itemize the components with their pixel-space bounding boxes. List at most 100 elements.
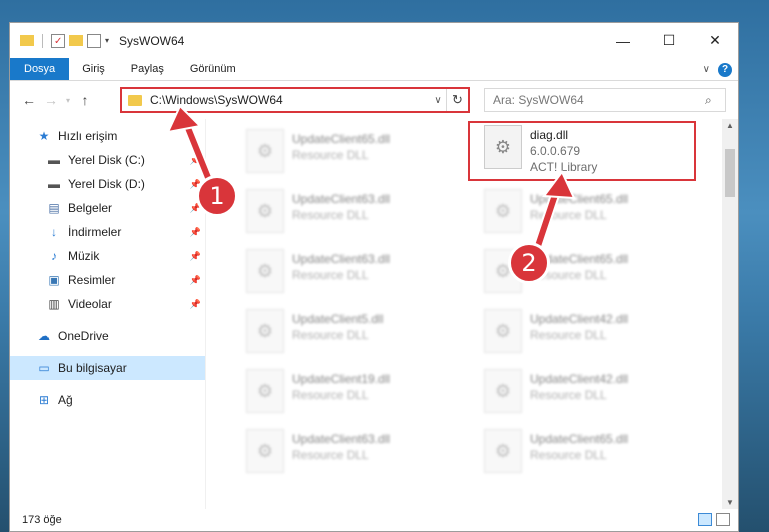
- file-description: Resource DLL: [530, 448, 607, 462]
- file-item[interactable]: ⚙ UpdateClient65.dll Resource DLL: [472, 183, 692, 239]
- file-item[interactable]: ⚙ UpdateClient63.dll Resource DLL: [234, 183, 454, 239]
- annotation-badge-1: 1: [196, 175, 238, 217]
- nav-item-label: OneDrive: [58, 329, 109, 343]
- file-name: UpdateClient63.dll: [292, 432, 391, 446]
- file-name: UpdateClient42.dll: [530, 372, 629, 386]
- recent-locations-icon[interactable]: ▾: [62, 96, 74, 105]
- pin-icon[interactable]: 📌: [190, 299, 201, 310]
- customize-toolbar-icon[interactable]: [87, 33, 101, 48]
- nav-item[interactable]: ♪ Müzik 📌: [10, 244, 205, 268]
- properties-icon[interactable]: ✓: [51, 33, 65, 48]
- folder-icon[interactable]: [20, 35, 34, 46]
- file-description: Resource DLL: [292, 388, 369, 402]
- nav-item[interactable]: ▥ Videolar 📌: [10, 292, 205, 316]
- back-button[interactable]: ←: [18, 92, 40, 108]
- nav-item[interactable]: ★ Hızlı erişim: [10, 124, 205, 148]
- file-description: Resource DLL: [292, 448, 369, 462]
- annotation-badge-2: 2: [508, 242, 550, 284]
- nav-item[interactable]: ☁ OneDrive: [10, 324, 205, 348]
- chevron-down-icon[interactable]: ∨: [430, 95, 446, 106]
- file-description: Resource DLL: [530, 388, 607, 402]
- view-switcher: [698, 513, 730, 526]
- file-description: Resource DLL: [530, 208, 607, 222]
- address-bar[interactable]: C:\Windows\SysWOW64 ∨ ↻: [120, 87, 470, 113]
- nav-item[interactable]: ▬ Yerel Disk (C:) 📌: [10, 148, 205, 172]
- nav-item[interactable]: ▣ Resimler 📌: [10, 268, 205, 292]
- document-icon: ▤: [48, 201, 60, 215]
- file-info: UpdateClient42.dll Resource DLL: [530, 363, 628, 419]
- file-info: UpdateClient19.dll Resource DLL: [292, 363, 390, 419]
- pin-icon[interactable]: 📌: [190, 227, 201, 238]
- dll-file-icon: ⚙: [484, 429, 522, 473]
- tiles-view-icon[interactable]: [716, 513, 730, 526]
- pin-icon[interactable]: 📌: [190, 155, 201, 166]
- nav-item[interactable]: ▬ Yerel Disk (D:) 📌: [10, 172, 205, 196]
- expand-ribbon-icon[interactable]: ∨: [703, 64, 710, 75]
- highlight-box: [468, 121, 696, 181]
- file-name: UpdateClient42.dll: [530, 312, 629, 326]
- tab-home[interactable]: Giriş: [69, 58, 118, 80]
- maximize-button[interactable]: ☐: [646, 23, 692, 58]
- file-item[interactable]: ⚙ UpdateClient19.dll Resource DLL: [234, 363, 454, 419]
- nav-item-label: Yerel Disk (C:): [68, 153, 145, 167]
- file-explorer-window: ✓ ▾ SysWOW64 — ☐ ✕ Dosya Giriş Paylaş Gö…: [9, 22, 739, 532]
- file-item[interactable]: ⚙ UpdateClient65.dll Resource DLL: [472, 423, 692, 479]
- forward-button[interactable]: →: [40, 92, 62, 108]
- file-name: UpdateClient5.dll: [292, 312, 384, 326]
- nav-item-label: İndirmeler: [68, 225, 122, 239]
- new-folder-icon[interactable]: [69, 35, 83, 46]
- dll-file-icon: ⚙: [484, 369, 522, 413]
- scroll-up-icon[interactable]: ▲: [722, 121, 738, 130]
- up-button[interactable]: ↑: [74, 92, 96, 108]
- nav-item[interactable]: ↓ İndirmeler 📌: [10, 220, 205, 244]
- file-info: UpdateClient65.dll Resource DLL: [530, 423, 628, 479]
- folder-icon: [128, 94, 142, 106]
- status-bar: 173 öğe: [10, 509, 738, 531]
- nav-item-label: Belgeler: [68, 201, 113, 215]
- file-name: UpdateClient19.dll: [292, 372, 391, 386]
- file-item[interactable]: ⚙ UpdateClient5.dll Resource DLL: [234, 303, 454, 359]
- scrollbar-thumb[interactable]: [725, 149, 735, 197]
- file-name: UpdateClient63.dll: [292, 252, 391, 266]
- file-info: UpdateClient42.dll Resource DLL: [530, 303, 628, 359]
- search-box[interactable]: Ara: SysWOW64 ⌕: [484, 88, 726, 112]
- scroll-down-icon[interactable]: ▼: [722, 498, 738, 507]
- nav-item[interactable]: ▭ Bu bilgisayar: [10, 356, 205, 380]
- chevron-down-icon[interactable]: ▾: [105, 36, 109, 45]
- vertical-scrollbar[interactable]: ▲ ▼: [722, 119, 738, 509]
- file-item[interactable]: ⚙ UpdateClient42.dll Resource DLL: [472, 363, 692, 419]
- file-item[interactable]: ⚙ UpdateClient65.dll Resource DLL: [472, 243, 692, 299]
- search-input[interactable]: Ara: SysWOW64: [493, 93, 705, 107]
- pin-icon[interactable]: 📌: [190, 251, 201, 262]
- file-item[interactable]: ⚙ UpdateClient63.dll Resource DLL: [234, 243, 454, 299]
- dll-file-icon: ⚙: [246, 189, 284, 233]
- details-view-icon[interactable]: [698, 513, 712, 526]
- dll-file-icon: ⚙: [246, 369, 284, 413]
- computer-icon: ▭: [38, 361, 50, 375]
- refresh-button[interactable]: ↻: [446, 89, 468, 111]
- nav-item[interactable]: ▤ Belgeler 📌: [10, 196, 205, 220]
- dll-file-icon: ⚙: [246, 129, 284, 173]
- file-item[interactable]: ⚙ UpdateClient65.dll Resource DLL: [234, 123, 454, 179]
- nav-item-label: Resimler: [68, 273, 116, 287]
- file-item[interactable]: ⚙ UpdateClient63.dll Resource DLL: [234, 423, 454, 479]
- pictures-icon: ▣: [48, 273, 60, 287]
- search-icon[interactable]: ⌕: [705, 93, 725, 108]
- item-count: 173 öğe: [22, 514, 62, 526]
- pin-icon[interactable]: 📌: [190, 275, 201, 286]
- close-button[interactable]: ✕: [692, 23, 738, 58]
- file-info: UpdateClient63.dll Resource DLL: [292, 423, 390, 479]
- nav-item[interactable]: ⊞ Ağ: [10, 388, 205, 412]
- file-list: ⚙ diag.dll 6.0.0.679 ACT! Library ⚙ Updat…: [216, 119, 722, 509]
- address-path[interactable]: C:\Windows\SysWOW64: [150, 93, 430, 107]
- video-icon: ▥: [48, 297, 60, 311]
- tab-view[interactable]: Görünüm: [177, 58, 249, 80]
- window-controls: — ☐ ✕: [600, 23, 738, 58]
- tab-share[interactable]: Paylaş: [118, 58, 177, 80]
- tab-file[interactable]: Dosya: [10, 58, 70, 80]
- main-area: ★ Hızlı erişim ▬ Yerel Disk (C:) 📌 ▬ Yerel Dis…: [10, 119, 738, 509]
- file-item[interactable]: ⚙ UpdateClient42.dll Resource DLL: [472, 303, 692, 359]
- help-icon[interactable]: ?: [718, 62, 732, 77]
- minimize-button[interactable]: —: [600, 23, 646, 58]
